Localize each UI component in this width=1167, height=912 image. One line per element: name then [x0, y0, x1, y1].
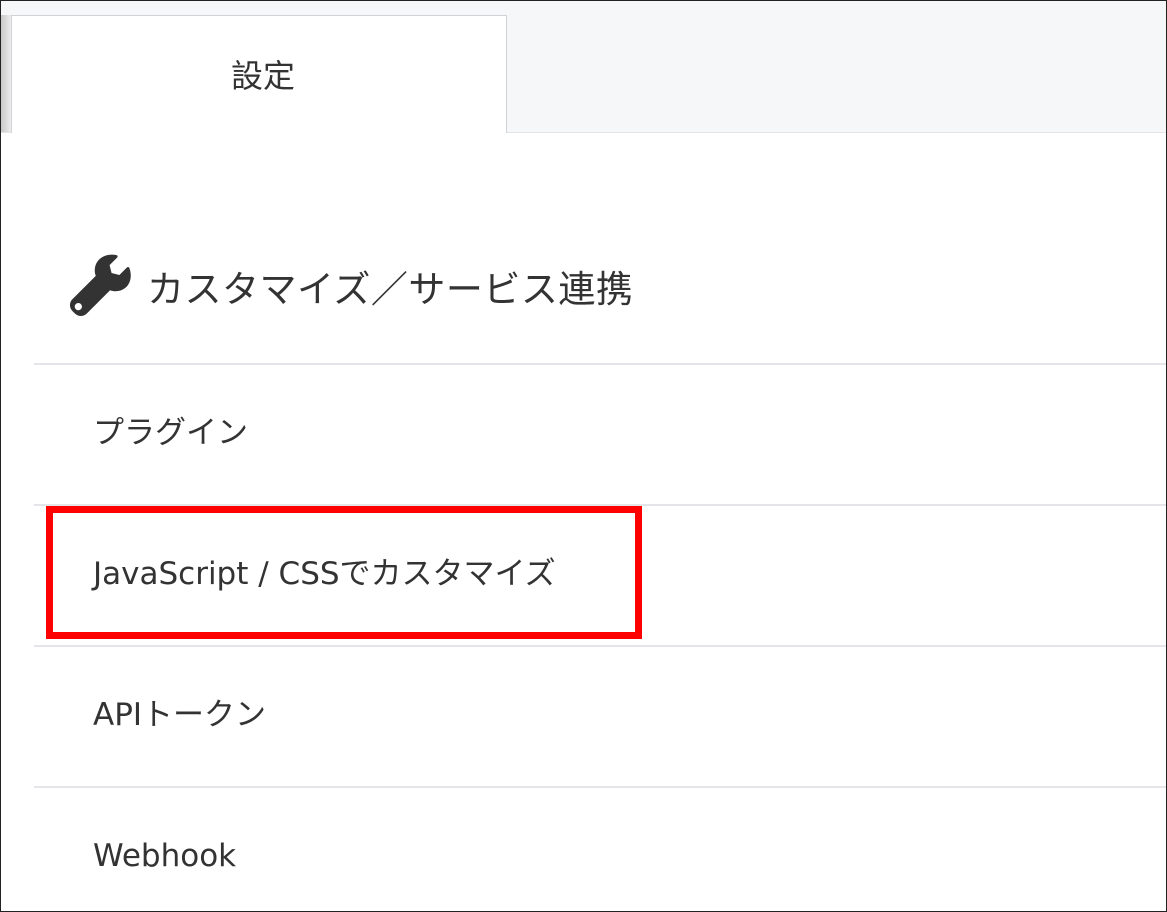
divider [34, 363, 1166, 365]
highlight-annotation [46, 506, 642, 639]
divider [34, 786, 1166, 788]
section-title: カスタマイズ／サービス連携 [147, 268, 634, 311]
tab-settings[interactable]: 設定 [11, 15, 507, 133]
tab-bar: 設定 [1, 1, 1166, 133]
menu-item-plugins[interactable]: プラグイン [93, 403, 248, 463]
divider [34, 645, 1166, 647]
section-header: カスタマイズ／サービス連携 [67, 251, 633, 321]
menu-item-webhook[interactable]: Webhook [93, 826, 236, 886]
tab-settings-label: 設定 [230, 56, 295, 95]
menu-item-api-token[interactable]: APIトークン [93, 685, 266, 745]
settings-panel: 設定 カスタマイズ／サービス連携 プラグイン JavaScript / CSSで… [0, 0, 1167, 912]
tab-bar-edge [1, 15, 11, 132]
wrench-icon [69, 254, 131, 317]
